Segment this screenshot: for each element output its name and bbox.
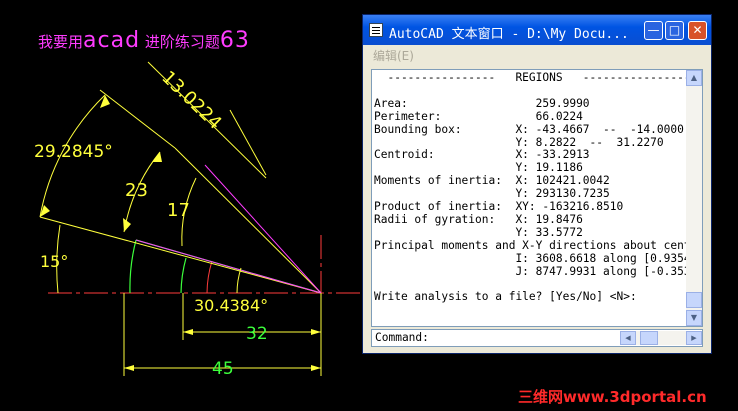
- minimize-button[interactable]: —: [644, 21, 663, 40]
- autocad-text-window[interactable]: AutoCAD 文本窗口 - D:\My Docu... — □ ✕ 编辑(E)…: [362, 14, 712, 354]
- close-button[interactable]: ✕: [688, 21, 707, 40]
- watermark-url: www.3dportal.cn: [563, 388, 707, 406]
- text-window-icon[interactable]: [369, 23, 383, 37]
- centerlines: [48, 235, 360, 345]
- watermark: 三维网www.3dportal.cn: [518, 386, 707, 407]
- dimension-label-23: 23: [125, 180, 148, 201]
- maximize-button[interactable]: □: [665, 21, 684, 40]
- text-output-content: ---------------- REGIONS ---------------…: [374, 72, 686, 324]
- scroll-thumb[interactable]: [686, 292, 702, 308]
- dimension-label-29-2845: 29.2845°: [34, 142, 113, 162]
- window-title: AutoCAD 文本窗口 - D:\My Docu...: [389, 27, 629, 42]
- scroll-up-icon[interactable]: ▲: [686, 70, 702, 86]
- dimension-label-32: 32: [246, 324, 268, 344]
- command-label: Command:: [375, 331, 429, 344]
- dimension-arrows: [40, 95, 321, 371]
- dimension-label-17: 17: [167, 200, 190, 221]
- dimension-label-30-4384: 30.4384°: [194, 296, 269, 315]
- title-number: 63: [219, 28, 250, 53]
- command-line[interactable]: Command: ◀ ▶: [371, 329, 703, 347]
- scroll-right-icon[interactable]: ▶: [686, 331, 702, 345]
- massprop-output: ---------------- REGIONS ---------------…: [374, 72, 686, 304]
- watermark-cn: 三维网: [518, 388, 564, 406]
- dimension-label-15-deg: 15°: [40, 252, 69, 271]
- title-app: acad: [83, 28, 141, 53]
- window-titlebar[interactable]: AutoCAD 文本窗口 - D:\My Docu... — □ ✕: [363, 15, 711, 45]
- menu-edit[interactable]: 编辑(E): [373, 47, 414, 64]
- scroll-left-icon[interactable]: ◀: [620, 331, 636, 345]
- menu-bar: 编辑(E): [363, 46, 711, 64]
- text-output-area[interactable]: ---------------- REGIONS ---------------…: [371, 69, 703, 327]
- title-prefix: 我要用: [38, 33, 84, 51]
- horizontal-scrollbar[interactable]: ◀ ▶: [620, 331, 702, 345]
- vertical-scrollbar[interactable]: ▲ ▼: [686, 70, 702, 326]
- horizontal-scroll-thumb[interactable]: [640, 331, 658, 345]
- dimension-label-45: 45: [212, 359, 234, 379]
- scroll-down-icon[interactable]: ▼: [686, 310, 702, 326]
- title-middle: 进阶练习题: [144, 33, 220, 51]
- drawing-title: 我要用acad 进阶练习题63: [38, 28, 250, 53]
